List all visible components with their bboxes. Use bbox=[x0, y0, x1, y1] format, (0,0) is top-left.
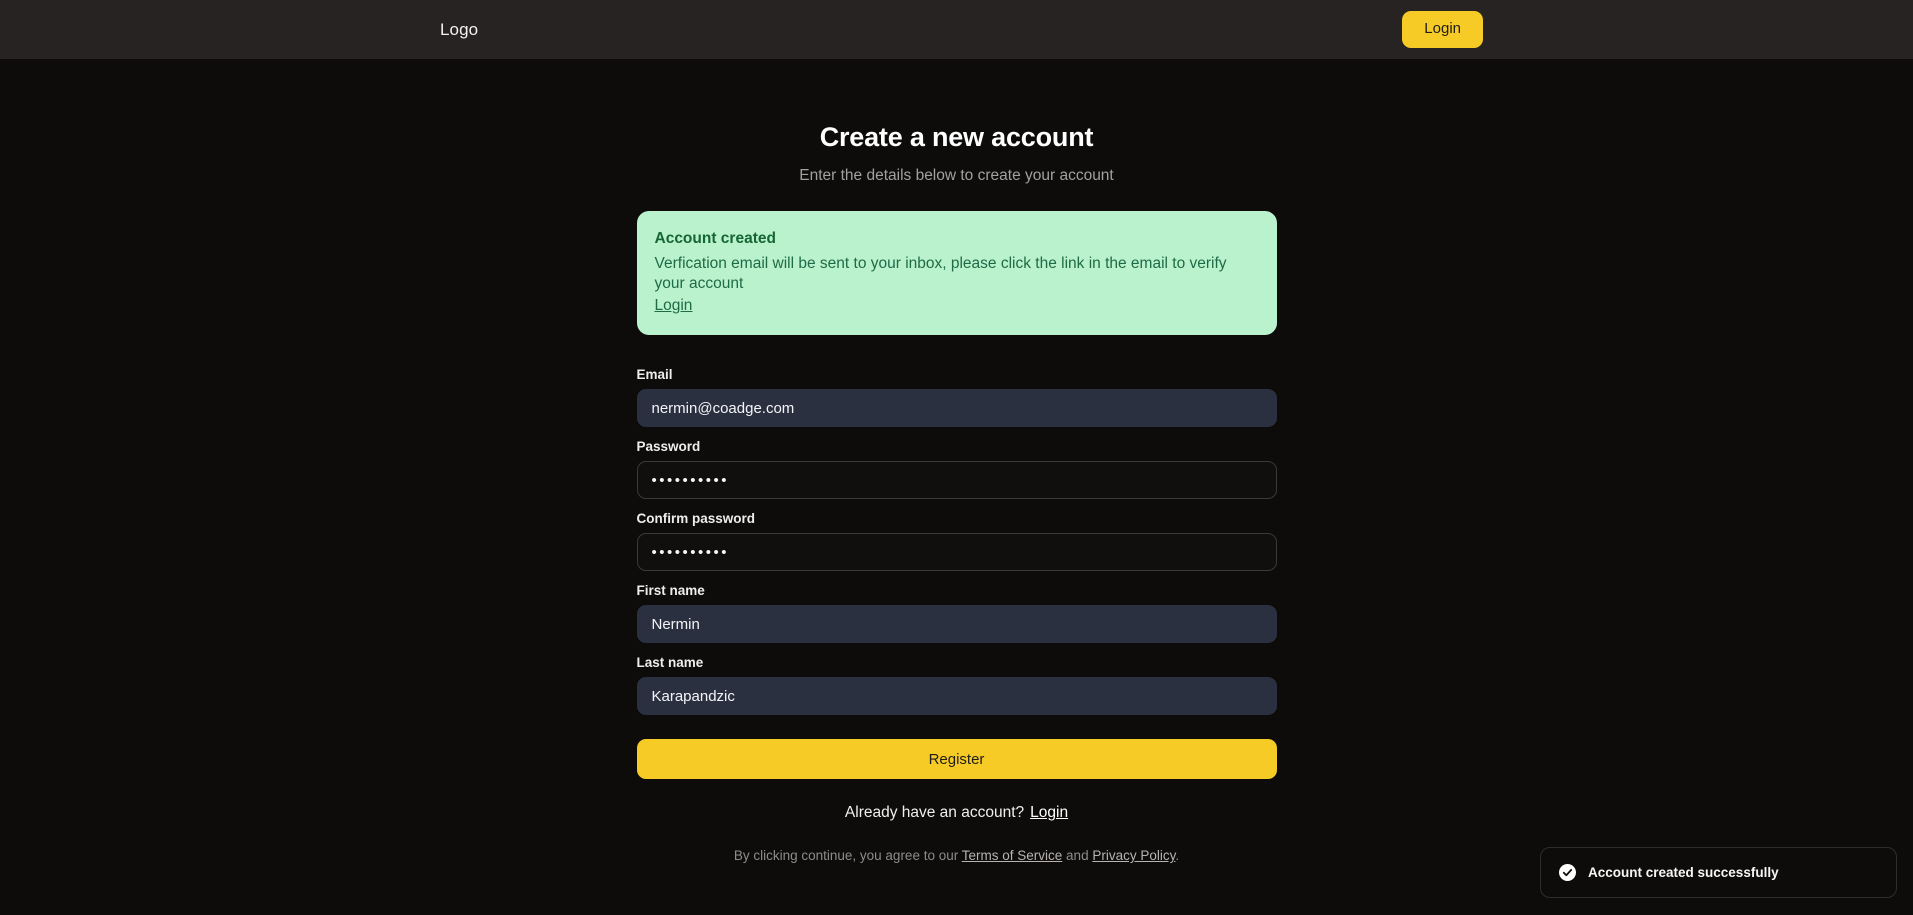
field-first-name: First name bbox=[636, 583, 1277, 644]
alert-login-link[interactable]: Login bbox=[655, 297, 693, 315]
account-created-alert: Account created Verfication email will b… bbox=[636, 211, 1277, 336]
email-input[interactable] bbox=[636, 389, 1277, 428]
toast-message: Account created successfully bbox=[1588, 865, 1779, 880]
label-confirm-password: Confirm password bbox=[636, 511, 756, 527]
field-email: Email bbox=[636, 367, 1277, 428]
label-password: Password bbox=[636, 439, 701, 455]
terms-prefix: By clicking continue, you agree to our bbox=[733, 848, 959, 864]
terms-conjunction: and bbox=[1066, 848, 1089, 864]
label-last-name: Last name bbox=[636, 655, 704, 671]
first-name-input[interactable] bbox=[636, 605, 1277, 644]
alert-message: Verfication email will be sent to your i… bbox=[654, 255, 1227, 293]
login-prompt: Already have an account? Login bbox=[637, 804, 1277, 822]
footer-login-link[interactable]: Login bbox=[1030, 804, 1068, 821]
header-login-button[interactable]: Login bbox=[1402, 11, 1483, 48]
logo[interactable]: Logo bbox=[440, 20, 478, 40]
site-header: Logo Login bbox=[0, 0, 1913, 59]
login-prompt-text: Already have an account? bbox=[844, 804, 1025, 822]
field-confirm-password: Confirm password bbox=[636, 511, 1277, 572]
privacy-policy-link[interactable]: Privacy Policy bbox=[1092, 848, 1175, 863]
main-content: Create a new account Enter the details b… bbox=[0, 59, 1913, 863]
label-first-name: First name bbox=[636, 583, 705, 599]
toast-notification[interactable]: Account created successfully bbox=[1540, 847, 1897, 898]
last-name-input[interactable] bbox=[636, 677, 1277, 716]
page-subtitle: Enter the details below to create your a… bbox=[799, 167, 1114, 184]
confirm-password-input[interactable] bbox=[636, 533, 1277, 572]
terms-of-service-link[interactable]: Terms of Service bbox=[962, 848, 1063, 863]
field-password: Password bbox=[636, 439, 1277, 500]
label-email: Email bbox=[636, 367, 673, 383]
password-input[interactable] bbox=[636, 461, 1277, 500]
registration-form: Account created Verfication email will b… bbox=[636, 211, 1277, 863]
field-last-name: Last name bbox=[636, 655, 1277, 716]
terms-suffix: . bbox=[1175, 848, 1180, 864]
alert-title: Account created bbox=[654, 230, 776, 247]
terms-notice: By clicking continue, you agree to our T… bbox=[637, 848, 1277, 863]
page-title: Create a new account bbox=[819, 122, 1094, 152]
register-button[interactable]: Register bbox=[636, 739, 1277, 780]
check-circle-icon bbox=[1559, 864, 1576, 881]
